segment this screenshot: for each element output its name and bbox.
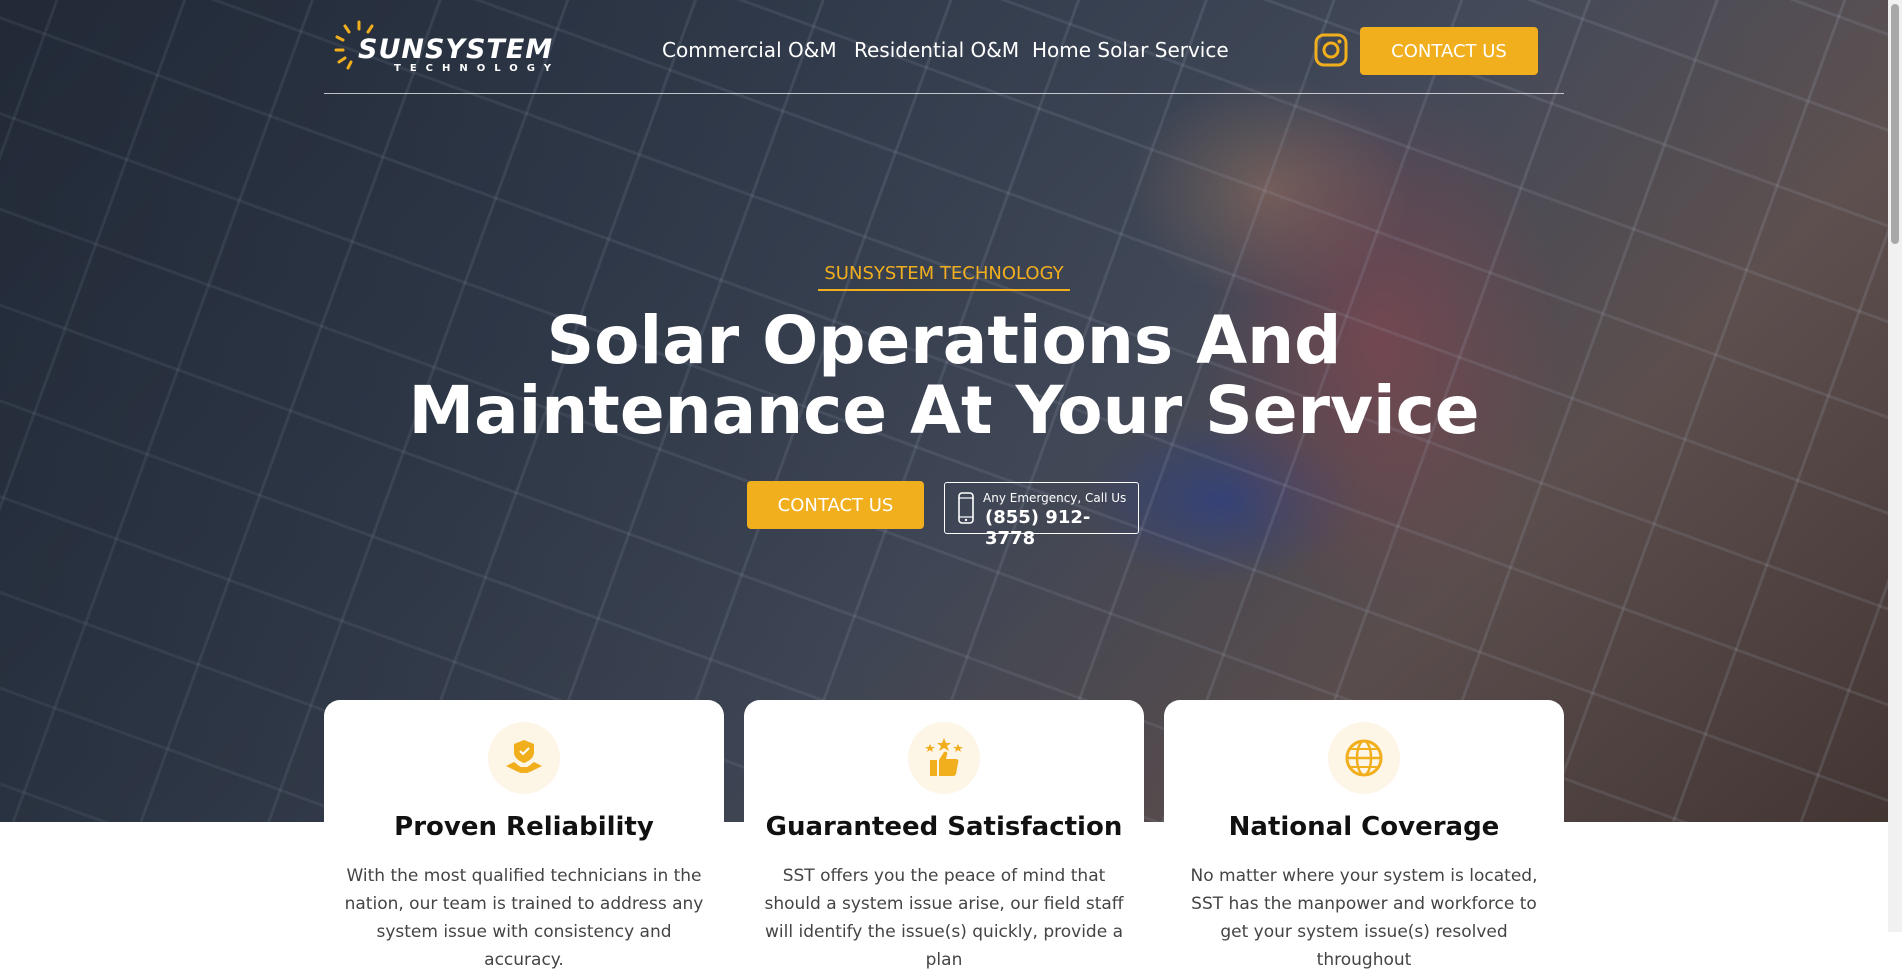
page-scrollbar[interactable] — [1888, 0, 1902, 932]
site-header: SUNSYSTEM TECHNOLOGY Commercial O&M Resi… — [324, 0, 1564, 94]
header-contact-button[interactable]: CONTACT US — [1360, 27, 1538, 75]
logo-wordmark: SUNSYSTEM — [358, 34, 554, 65]
nav-commercial-om[interactable]: Commercial O&M — [662, 38, 837, 62]
card-title: Guaranteed Satisfaction — [765, 812, 1123, 842]
hero-title-line2: Maintenance At Your Service — [408, 372, 1480, 449]
card-text: SST offers you the peace of mind that sh… — [764, 866, 1124, 970]
phone-caption: Any Emergency, Call Us — [983, 491, 1127, 505]
feature-card-satisfaction: Guaranteed Satisfaction SST offers you t… — [744, 700, 1144, 970]
logo-subtitle: TECHNOLOGY — [394, 63, 560, 74]
handshake-shield-icon — [488, 722, 560, 794]
card-title: Proven Reliability — [394, 812, 654, 842]
instagram-icon[interactable] — [1314, 33, 1348, 67]
emergency-phone-button[interactable]: Any Emergency, Call Us (855) 912-3778 — [944, 482, 1139, 549]
scrollbar-thumb[interactable] — [1891, 4, 1899, 244]
hero-contact-button[interactable]: CONTACT US — [747, 481, 924, 529]
phone-number: (855) 912-3778 — [985, 507, 1091, 549]
phone-icon — [958, 492, 974, 524]
feature-card-coverage: National Coverage No matter where your s… — [1164, 700, 1564, 970]
card-title: National Coverage — [1228, 812, 1500, 842]
site-logo[interactable]: SUNSYSTEM TECHNOLOGY — [334, 18, 564, 78]
hero-eyebrow: SUNSYSTEM TECHNOLOGY — [0, 263, 1888, 291]
globe-icon — [1328, 722, 1400, 794]
thumbs-up-stars-icon — [908, 722, 980, 794]
hero-title-line1: Solar Operations And — [546, 302, 1342, 379]
nav-home-solar-service[interactable]: Home Solar Service — [1032, 38, 1229, 62]
feature-card-reliability: Proven Reliability With the most qualifi… — [324, 700, 724, 970]
nav-residential-om[interactable]: Residential O&M — [854, 38, 1019, 62]
hero-title: Solar Operations And Maintenance At Your… — [0, 306, 1888, 446]
card-text: No matter where your system is located, … — [1190, 866, 1538, 970]
hero-eyebrow-text: SUNSYSTEM TECHNOLOGY — [818, 263, 1070, 291]
card-text: With the most qualified technicians in t… — [344, 866, 704, 970]
